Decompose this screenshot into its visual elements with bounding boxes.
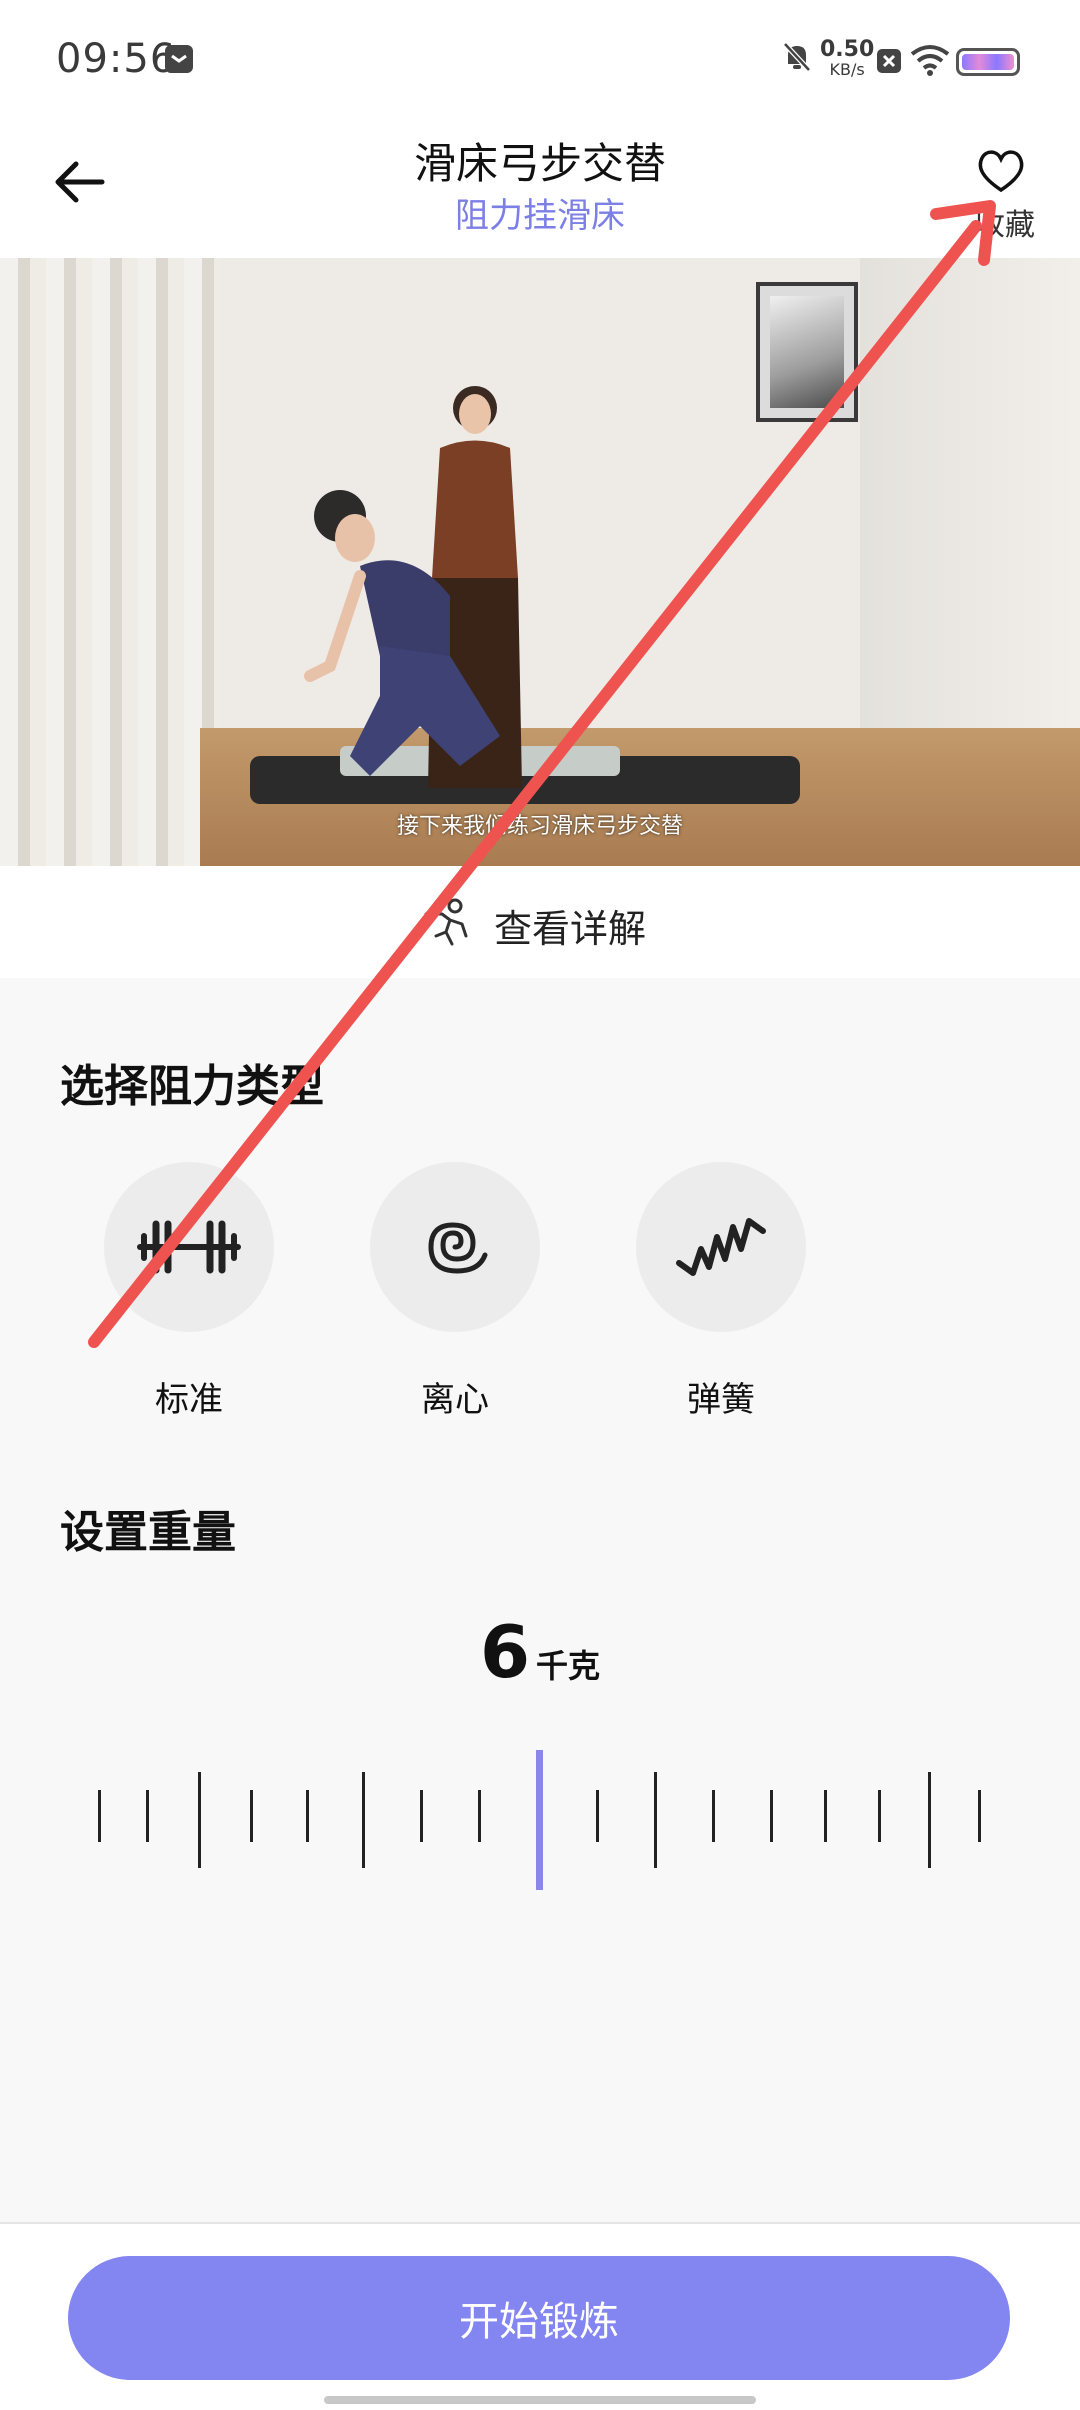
video-caption: 接下来我们练习滑床弓步交替	[396, 814, 683, 839]
trainee-figure	[304, 490, 500, 776]
ruler-tick	[306, 1790, 309, 1842]
spring-icon	[676, 1218, 766, 1276]
resistance-option-eccentric[interactable]: 离心	[370, 1162, 540, 1421]
page-subtitle: 阻力挂滑床	[455, 196, 625, 236]
status-time: 09:56	[56, 36, 177, 82]
ruler-tick-major	[928, 1772, 931, 1868]
network-speed: 0.50 KB/s	[820, 37, 875, 80]
battery-icon	[956, 48, 1020, 76]
ruler-tick	[250, 1790, 253, 1842]
resistance-option-label: 标准	[155, 1380, 223, 1420]
view-details-label: 查看详解	[494, 907, 647, 951]
network-speed-unit: KB/s	[829, 60, 865, 79]
favorite-label: 收藏	[975, 208, 1035, 243]
ruler-tick-major	[362, 1772, 365, 1868]
ruler-tick	[770, 1790, 773, 1842]
wifi-icon	[910, 45, 950, 76]
resistance-option-spring[interactable]: 弹簧	[636, 1162, 806, 1421]
weight-section-title: 设置重量	[60, 1507, 236, 1558]
person-exercise-icon	[424, 898, 468, 946]
exercise-video[interactable]: 接下来我们练习滑床弓步交替	[0, 258, 1080, 866]
ruler-tick	[420, 1790, 423, 1842]
weight-value: 6	[479, 1610, 531, 1694]
weight-ruler-slider[interactable]	[80, 1740, 1000, 1900]
resistance-option-standard[interactable]: 标准	[104, 1162, 274, 1421]
bottom-bar: 开始锻炼	[0, 2222, 1080, 2410]
ruler-current-indicator[interactable]	[536, 1750, 543, 1890]
wall-picture-frame	[756, 282, 858, 422]
notification-app-icon	[165, 45, 193, 73]
ruler-tick-major	[198, 1772, 201, 1868]
ruler-tick	[824, 1790, 827, 1842]
home-indicator[interactable]	[324, 2396, 756, 2404]
view-details-row[interactable]: 查看详解	[0, 866, 1080, 978]
resistance-option-label: 弹簧	[687, 1380, 755, 1420]
ruler-tick-major	[654, 1772, 657, 1868]
spiral-icon	[428, 1222, 488, 1274]
status-bar: 09:56 0.50 KB/s	[0, 0, 1080, 120]
ruler-tick	[978, 1790, 981, 1842]
network-speed-value: 0.50	[820, 37, 875, 62]
ruler-tick	[878, 1790, 881, 1842]
ruler-tick	[712, 1790, 715, 1842]
heart-icon	[978, 150, 1024, 193]
barbell-icon	[137, 1220, 241, 1274]
start-workout-button[interactable]: 开始锻炼	[68, 2256, 1010, 2380]
ruler-tick	[478, 1790, 481, 1842]
sim-blocked-icon	[877, 49, 901, 73]
video-curtain	[0, 258, 220, 866]
mute-bell-icon	[783, 42, 811, 72]
ruler-tick	[596, 1790, 599, 1842]
ruler-tick	[98, 1790, 101, 1842]
weight-unit: 千克	[536, 1647, 601, 1685]
header: 滑床弓步交替 阻力挂滑床 收藏	[0, 120, 1080, 258]
resistance-option-label: 离心	[421, 1380, 489, 1420]
resistance-section-title: 选择阻力类型	[60, 1061, 324, 1112]
weight-display: 6 千克	[0, 1610, 1080, 1694]
page-title: 滑床弓步交替	[413, 139, 666, 188]
ruler-tick	[146, 1790, 149, 1842]
